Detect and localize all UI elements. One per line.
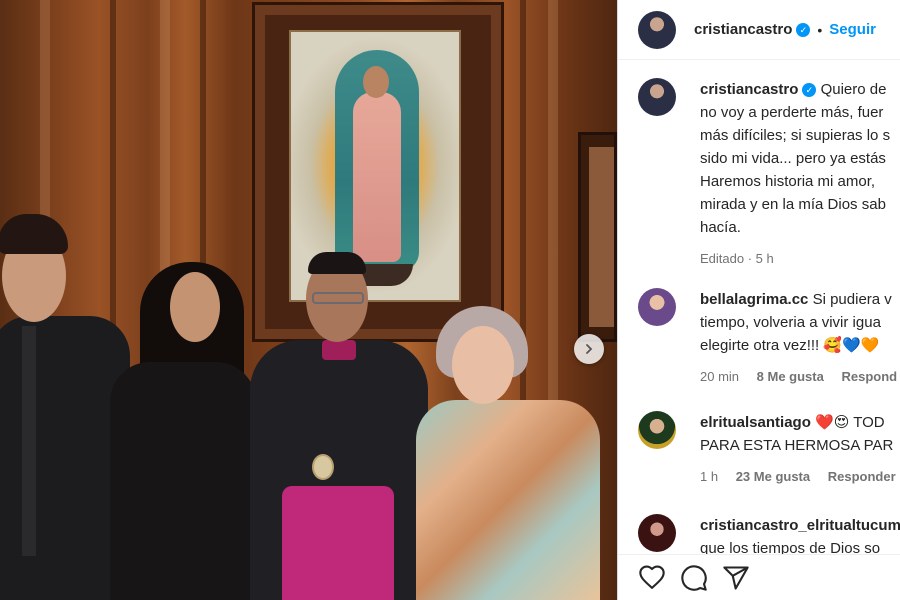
header-username[interactable]: cristiancastro bbox=[694, 21, 792, 38]
comment-text: tiempo, volveria a vivir igua bbox=[700, 314, 881, 331]
caption-text: no voy a perderte más, fuer bbox=[700, 104, 884, 121]
caption-text: Quiero de bbox=[820, 81, 887, 98]
avatar[interactable] bbox=[638, 78, 676, 116]
verified-badge-icon: ✓ bbox=[802, 83, 817, 97]
heart-icon[interactable] bbox=[638, 564, 666, 592]
avatar[interactable] bbox=[638, 288, 676, 326]
comment-username[interactable]: cristiancastro_elritualtucum bbox=[700, 517, 900, 534]
comment-likes[interactable]: 8 Me gusta bbox=[757, 369, 824, 384]
comment-time: 20 min bbox=[700, 369, 740, 384]
caption-username[interactable]: cristiancastro bbox=[700, 81, 798, 98]
reply-button[interactable]: Responder bbox=[828, 469, 896, 484]
avatar[interactable] bbox=[638, 514, 676, 552]
chevron-right-icon bbox=[586, 344, 593, 354]
caption-text: Haremos historia mi amor, bbox=[700, 173, 876, 190]
caption-text: más difíciles; si supieras lo s bbox=[700, 127, 891, 144]
post-photo[interactable] bbox=[0, 0, 617, 600]
separator-dot: • bbox=[817, 21, 823, 38]
post-sidebar: cristiancastro ✓ • Seguir cristiancastro… bbox=[617, 0, 900, 600]
comment-text: PARA ESTA HERMOSA PAR bbox=[700, 437, 894, 454]
action-bar bbox=[618, 554, 900, 600]
side-frame bbox=[578, 132, 617, 342]
comment-icon[interactable] bbox=[680, 564, 708, 592]
comment-text: elegirte otra vez!!! 🥰💙🧡 bbox=[700, 337, 880, 354]
caption-text: mirada y en la mía Dios sab bbox=[700, 196, 886, 213]
caption-timestamp: Editado · 5 h bbox=[700, 251, 774, 266]
follow-button[interactable]: Seguir bbox=[829, 21, 876, 38]
comment-likes[interactable]: 23 Me gusta bbox=[736, 469, 810, 484]
comment-time: 1 h bbox=[700, 469, 719, 484]
comment-username[interactable]: bellalagrima.cc bbox=[700, 291, 808, 308]
post-header: cristiancastro ✓ • Seguir bbox=[618, 0, 900, 60]
share-icon[interactable] bbox=[722, 564, 750, 592]
comment-text: ❤️😍 TOD bbox=[815, 414, 885, 431]
verified-badge-icon: ✓ bbox=[796, 22, 811, 37]
avatar[interactable] bbox=[638, 411, 676, 449]
comment-username[interactable]: elritualsantiago bbox=[700, 414, 811, 431]
caption-text: sido mi vida... pero ya estás bbox=[700, 150, 886, 167]
caption-text: hacía. bbox=[700, 219, 741, 236]
avatar[interactable] bbox=[638, 10, 676, 49]
carousel-next-button[interactable] bbox=[574, 334, 604, 364]
reply-button[interactable]: Respond bbox=[841, 369, 897, 384]
comment-text: Si pudiera v bbox=[812, 291, 892, 308]
